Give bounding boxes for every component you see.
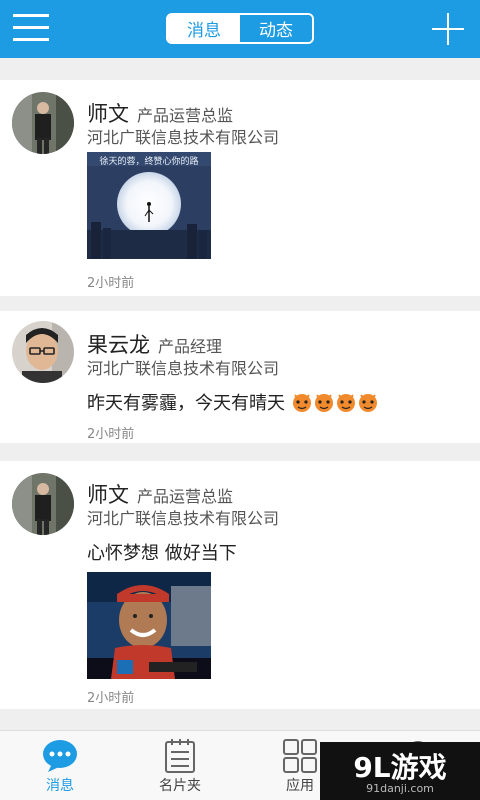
tab-switcher: 消息 动态 <box>166 13 314 44</box>
avatar[interactable] <box>12 321 74 383</box>
chat-bubble-icon <box>42 739 78 773</box>
feed-post[interactable]: 师文 产品运营总监 河北广联信息技术有限公司 心怀梦想 做好当下 2小时前 <box>0 461 480 709</box>
post-time: 2小时前 <box>87 276 135 291</box>
nav-label: 消息 <box>46 778 74 794</box>
watermark-logo: 9L游戏 <box>353 751 447 784</box>
plus-icon[interactable] <box>432 13 464 45</box>
feed-post[interactable]: 果云龙 产品经理 河北广联信息技术有限公司 昨天有雾霾，今天有晴天 2小时前 <box>0 311 480 443</box>
author-name[interactable]: 师文 <box>87 483 129 507</box>
nav-item-cards[interactable]: 名片夹 <box>120 731 240 800</box>
post-time: 2小时前 <box>87 427 135 442</box>
author-title: 产品经理 <box>158 337 223 356</box>
tiger-emoji-icon <box>357 391 379 418</box>
post-image[interactable] <box>87 572 211 679</box>
image-caption: 徐天的蓉，终赞心你的路 <box>99 157 199 167</box>
feed-post[interactable]: 师文 产品运营总监 河北广联信息技术有限公司 徐天的蓉，终赞心你的路 2小时前 <box>0 80 480 296</box>
post-image[interactable]: 徐天的蓉，终赞心你的路 <box>87 152 211 259</box>
hamburger-menu-icon[interactable] <box>13 14 49 42</box>
nav-label: 名片夹 <box>159 778 201 794</box>
post-text-content: 昨天有雾霾，今天有晴天 <box>87 393 285 414</box>
post-text: 昨天有雾霾，今天有晴天 <box>87 389 379 418</box>
grid-apps-icon <box>282 739 318 773</box>
feed-list[interactable]: 师文 产品运营总监 河北广联信息技术有限公司 徐天的蓉，终赞心你的路 2小时前 … <box>0 58 480 730</box>
post-time: 2小时前 <box>87 691 135 706</box>
tiger-emoji-icon <box>291 391 313 418</box>
author-company: 河北广联信息技术有限公司 <box>87 128 280 147</box>
nav-item-messages[interactable]: 消息 <box>0 731 120 800</box>
tiger-emoji-icon <box>335 391 357 418</box>
notepad-icon <box>162 739 198 773</box>
author-title: 产品运营总监 <box>137 106 234 125</box>
tiger-emoji-icon <box>313 391 335 418</box>
avatar[interactable] <box>12 473 74 535</box>
post-text: 心怀梦想 做好当下 <box>87 543 237 564</box>
author-name[interactable]: 果云龙 <box>87 333 150 357</box>
author-company: 河北广联信息技术有限公司 <box>87 359 280 378</box>
tab-messages[interactable]: 消息 <box>168 15 240 42</box>
top-bar: 消息 动态 <box>0 0 480 58</box>
author-title: 产品运营总监 <box>137 487 234 506</box>
watermark: 9L游戏 91danji.com <box>320 742 480 800</box>
tab-moments[interactable]: 动态 <box>240 15 312 42</box>
author-name[interactable]: 师文 <box>87 102 129 126</box>
avatar[interactable] <box>12 92 74 154</box>
watermark-url: 91danji.com <box>366 782 434 795</box>
author-company: 河北广联信息技术有限公司 <box>87 509 280 528</box>
